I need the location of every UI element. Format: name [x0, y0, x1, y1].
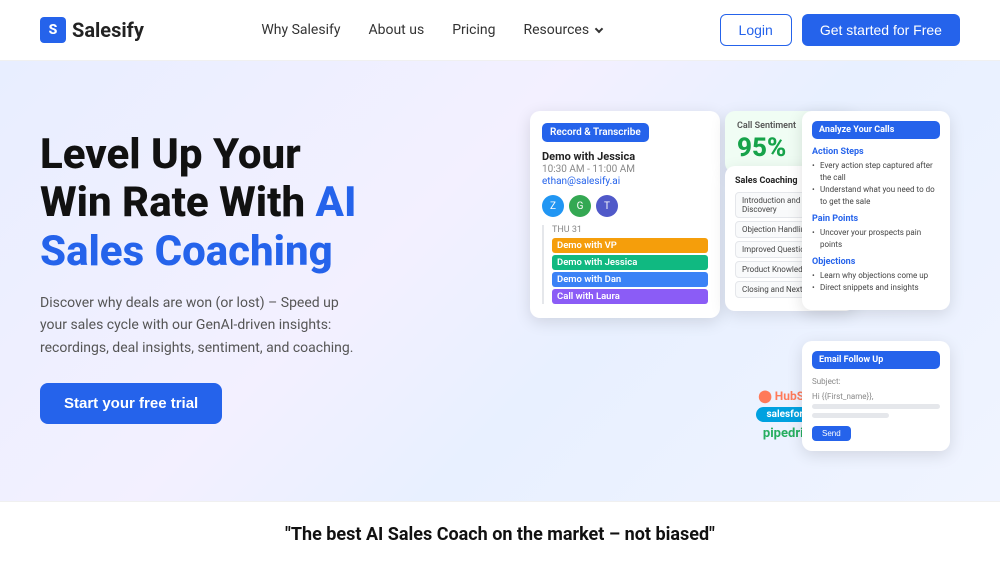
action-steps-title: Action Steps	[812, 147, 940, 157]
pain-points-title: Pain Points	[812, 214, 940, 224]
navbar: S Salesify Why Salesify About us Pricing…	[0, 0, 1000, 61]
analyze-header: Analyze Your Calls	[812, 121, 940, 139]
zoom-icon: Z	[542, 195, 564, 217]
hero-left: Level Up Your Win Rate With AI Sales Coa…	[40, 111, 360, 424]
analyze-pain-points: Pain Points Uncover your prospects pain …	[812, 214, 940, 251]
email-send-button[interactable]: Send	[812, 426, 851, 441]
nav-resources[interactable]: Resources	[524, 22, 603, 38]
calendar-entries: THU 31 Demo with VP Demo with Jessica De…	[542, 225, 708, 304]
analyze-action-steps: Action Steps Every action step captured …	[812, 147, 940, 208]
nav-about-us[interactable]: About us	[368, 22, 424, 38]
email-subject-label: Subject:	[812, 377, 940, 386]
meeting-email: ethan@salesify.ai	[542, 176, 708, 187]
login-button[interactable]: Login	[720, 14, 792, 46]
hero-mockup: Record & Transcribe Demo with Jessica 10…	[530, 111, 950, 451]
calendar-event-jessica: Demo with Jessica	[552, 255, 708, 270]
nav-links: Why Salesify About us Pricing Resources	[261, 22, 602, 38]
logo-icon: S	[40, 17, 66, 43]
chevron-down-icon	[595, 25, 603, 33]
objections-bullet-1: Direct snippets and insights	[812, 282, 940, 294]
pain-points-bullet-0: Uncover your prospects pain points	[812, 227, 940, 251]
logo-text: Salesify	[72, 18, 144, 42]
analyze-card: Analyze Your Calls Action Steps Every ac…	[802, 111, 950, 310]
sales-coaching-text: Sales Coaching	[40, 227, 333, 276]
email-card: Email Follow Up Subject: Hi {{First_name…	[802, 341, 950, 451]
email-body-line-2	[812, 413, 889, 418]
start-trial-button[interactable]: Start your free trial	[40, 383, 222, 424]
record-card: Record & Transcribe Demo with Jessica 10…	[530, 111, 720, 318]
calendar-event-vp: Demo with VP	[552, 238, 708, 253]
hero-description: Discover why deals are won (or lost) – S…	[40, 292, 360, 359]
get-started-button[interactable]: Get started for Free	[802, 14, 960, 46]
calendar-event-laura: Call with Laura	[552, 289, 708, 304]
hero-title: Level Up Your Win Rate With AI Sales Coa…	[40, 131, 360, 276]
nav-pricing[interactable]: Pricing	[452, 22, 495, 38]
action-steps-bullet-1: Understand what you need to do to get th…	[812, 184, 940, 208]
analyze-objections: Objections Learn why objections come up …	[812, 257, 940, 294]
meeting-title: Demo with Jessica	[542, 150, 708, 163]
email-body-label: Hi {{First_name}},	[812, 392, 940, 401]
objections-title: Objections	[812, 257, 940, 267]
action-steps-bullet-0: Every action step captured after the cal…	[812, 160, 940, 184]
record-card-header: Record & Transcribe	[542, 123, 649, 142]
nav-actions: Login Get started for Free	[720, 14, 960, 46]
testimonial-text: "The best AI Sales Coach on the market –…	[40, 524, 960, 545]
hero-section: Level Up Your Win Rate With AI Sales Coa…	[0, 61, 1000, 501]
email-header: Email Follow Up	[812, 351, 940, 369]
meeting-time: 10:30 AM - 11:00 AM	[542, 164, 708, 175]
nav-why-salesify[interactable]: Why Salesify	[261, 22, 340, 38]
objections-bullet-0: Learn why objections come up	[812, 270, 940, 282]
teams-icon: T	[596, 195, 618, 217]
calendar-date: THU 31	[552, 225, 708, 235]
email-body-line-1	[812, 404, 940, 409]
ai-highlight: AI	[316, 178, 357, 227]
calendar-event-dan: Demo with Dan	[552, 272, 708, 287]
logo[interactable]: S Salesify	[40, 17, 144, 43]
testimonial-section: "The best AI Sales Coach on the market –…	[0, 501, 1000, 567]
google-meet-icon: G	[569, 195, 591, 217]
meeting-icons: Z G T	[542, 195, 708, 217]
